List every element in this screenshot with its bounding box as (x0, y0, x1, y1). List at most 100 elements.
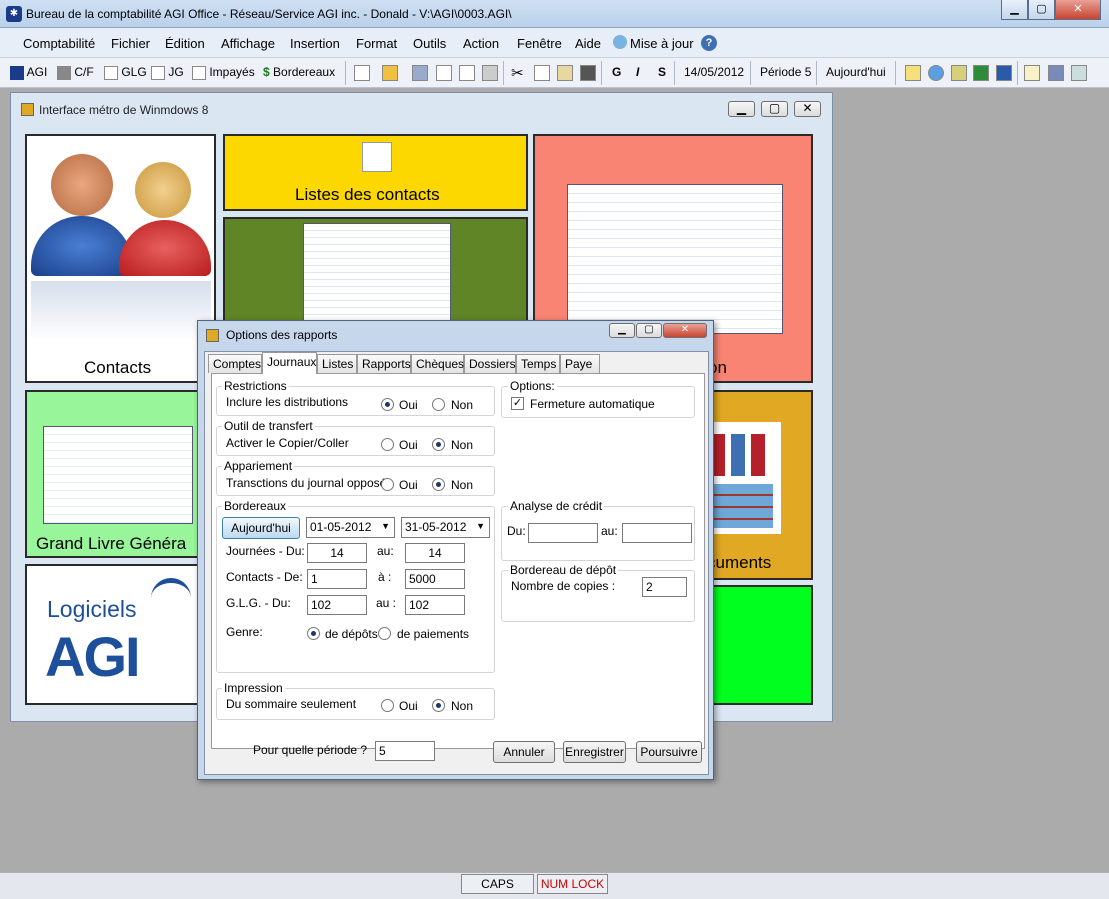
toolbar-today[interactable]: Aujourd'hui (826, 65, 886, 79)
transfert-oui-radio[interactable] (381, 438, 394, 451)
menu-edition[interactable]: Édition (165, 36, 205, 51)
underline-button[interactable]: S (658, 65, 666, 79)
tile-contacts[interactable]: Contacts (25, 134, 216, 383)
contacts-reflection (31, 281, 211, 341)
credit-du-input[interactable] (528, 523, 598, 543)
metro-close-button[interactable]: ✕ (794, 101, 821, 117)
tab-paye[interactable]: Paye (560, 354, 600, 373)
menu-aide[interactable]: Aide (575, 36, 601, 51)
date-from-combo[interactable]: 01-05-2012 (306, 517, 395, 538)
menu-fichier[interactable]: Fichier (111, 36, 150, 51)
internet-icon[interactable] (928, 65, 944, 81)
bordereaux-today-button[interactable]: Aujourd'hui (222, 517, 300, 539)
tab-rapports[interactable]: Rapports (357, 354, 411, 373)
appariement-non-radio[interactable] (432, 478, 445, 491)
appariement-legend: Appariement (222, 459, 295, 473)
cut-icon[interactable]: ✂ (511, 64, 524, 82)
transfert-non-radio[interactable] (432, 438, 445, 451)
tab-dossiers[interactable]: Dossiers (464, 354, 516, 373)
dialog-minimize-button[interactable]: ▁ (609, 323, 635, 338)
continue-button[interactable]: Poursuivre (636, 741, 702, 763)
minimize-button[interactable]: ▁ (1001, 0, 1028, 20)
open-folder-icon[interactable] (382, 65, 398, 81)
contacts-to-input[interactable]: 5000 (405, 569, 465, 589)
glg-to-input[interactable]: 102 (405, 595, 465, 615)
maximize-button[interactable]: ▢ (1028, 0, 1055, 20)
cancel-button[interactable]: Annuler (493, 741, 555, 763)
tab-cheques[interactable]: Chèques (411, 354, 464, 373)
preview-icon[interactable] (459, 65, 475, 81)
glg-from-input[interactable]: 102 (307, 595, 367, 615)
toolbar-cf[interactable]: C/F (57, 65, 94, 80)
dialog-maximize-button[interactable]: ▢ (636, 323, 662, 338)
page-icon[interactable] (436, 65, 452, 81)
metro-minimize-button[interactable]: ▁ (728, 101, 755, 117)
genre-paiements-radio[interactable] (378, 627, 391, 640)
window-icon[interactable] (1071, 65, 1087, 81)
fermeture-checkbox[interactable]: ✓ (511, 397, 524, 410)
toolbar-date[interactable]: 14/05/2012 (684, 65, 744, 79)
download-icon[interactable] (412, 65, 428, 81)
toolbar-periode[interactable]: Période 5 (760, 65, 811, 79)
menu-affichage[interactable]: Affichage (221, 36, 275, 51)
impression-oui-radio[interactable] (381, 699, 394, 712)
contacts-from-input[interactable]: 1 (307, 569, 367, 589)
save-button[interactable]: Enregistrer (563, 741, 626, 763)
calculator-icon[interactable] (951, 65, 967, 81)
tile-logo[interactable]: Logiciels AGI (25, 564, 216, 705)
contacts-man-body (31, 216, 133, 276)
restrictions-oui-radio[interactable] (381, 398, 394, 411)
metro-maximize-button[interactable]: ▢ (761, 101, 788, 117)
menu-fenetre[interactable]: Fenêtre (517, 36, 562, 51)
toolbar-agi[interactable]: AGI (10, 65, 47, 80)
tile-grand-livre[interactable]: Grand Livre Généra (25, 390, 216, 558)
genre-depots-radio[interactable] (307, 627, 320, 640)
tab-comptes[interactable]: Comptes (208, 354, 262, 373)
credit-au-input[interactable] (622, 523, 692, 543)
toolbar-bordereaux[interactable]: $ Bordereaux (263, 65, 335, 79)
find-icon[interactable] (580, 65, 596, 81)
calendar-icon[interactable] (1024, 65, 1040, 81)
restrictions-non-radio[interactable] (432, 398, 445, 411)
toolbar-impayes[interactable]: Impayés (192, 65, 255, 80)
impression-non-radio[interactable] (432, 699, 445, 712)
update-icon (613, 35, 627, 49)
menu-comptabilite[interactable]: Comptabilité (23, 36, 95, 51)
tab-temps[interactable]: Temps (516, 354, 560, 373)
appariement-oui-radio[interactable] (381, 478, 394, 491)
word-icon[interactable] (996, 65, 1012, 81)
dialog-close-button[interactable]: ✕ (663, 323, 707, 338)
periode-input[interactable]: 5 (375, 741, 435, 761)
close-button[interactable]: ✕ (1055, 0, 1101, 20)
tab-journaux[interactable]: Journaux (262, 352, 317, 374)
favorites-icon[interactable] (905, 65, 921, 81)
genre-paiements-label: de paiements (397, 627, 470, 641)
toolbar-glg[interactable]: GLG (104, 65, 147, 80)
date-to-combo[interactable]: 31-05-2012 (401, 517, 490, 538)
menu-insertion[interactable]: Insertion (290, 36, 340, 51)
depot-copies-input[interactable]: 2 (642, 577, 687, 597)
app-icon: ✱ (6, 6, 22, 22)
logo-text-agi: AGI (45, 625, 141, 688)
menu-outils[interactable]: Outils (413, 36, 446, 51)
toolbar-jg[interactable]: JG (151, 65, 184, 80)
bold-button[interactable]: G (612, 65, 621, 79)
tab-listes[interactable]: Listes (317, 354, 357, 373)
print-icon[interactable] (482, 65, 498, 81)
journees-to-input[interactable]: 14 (405, 543, 465, 563)
genre-depots-label: de dépôts (325, 627, 378, 641)
tile-transactions[interactable] (223, 217, 528, 327)
chart-icon[interactable] (1048, 65, 1064, 81)
menu-mise-a-jour[interactable]: Mise à jour (630, 36, 694, 51)
journees-from-input[interactable]: 14 (307, 543, 367, 563)
italic-button[interactable]: I (636, 65, 639, 79)
help-icon[interactable]: ? (701, 35, 717, 51)
menu-action[interactable]: Action (463, 36, 499, 51)
paste-icon[interactable] (557, 65, 573, 81)
excel-icon[interactable] (973, 65, 989, 81)
metro-window-title: Interface métro de Winmdows 8 (39, 103, 209, 117)
tile-listes[interactable]: Listes des contacts (223, 134, 528, 211)
new-icon[interactable] (354, 65, 370, 81)
copy-icon[interactable] (534, 65, 550, 81)
menu-format[interactable]: Format (356, 36, 397, 51)
